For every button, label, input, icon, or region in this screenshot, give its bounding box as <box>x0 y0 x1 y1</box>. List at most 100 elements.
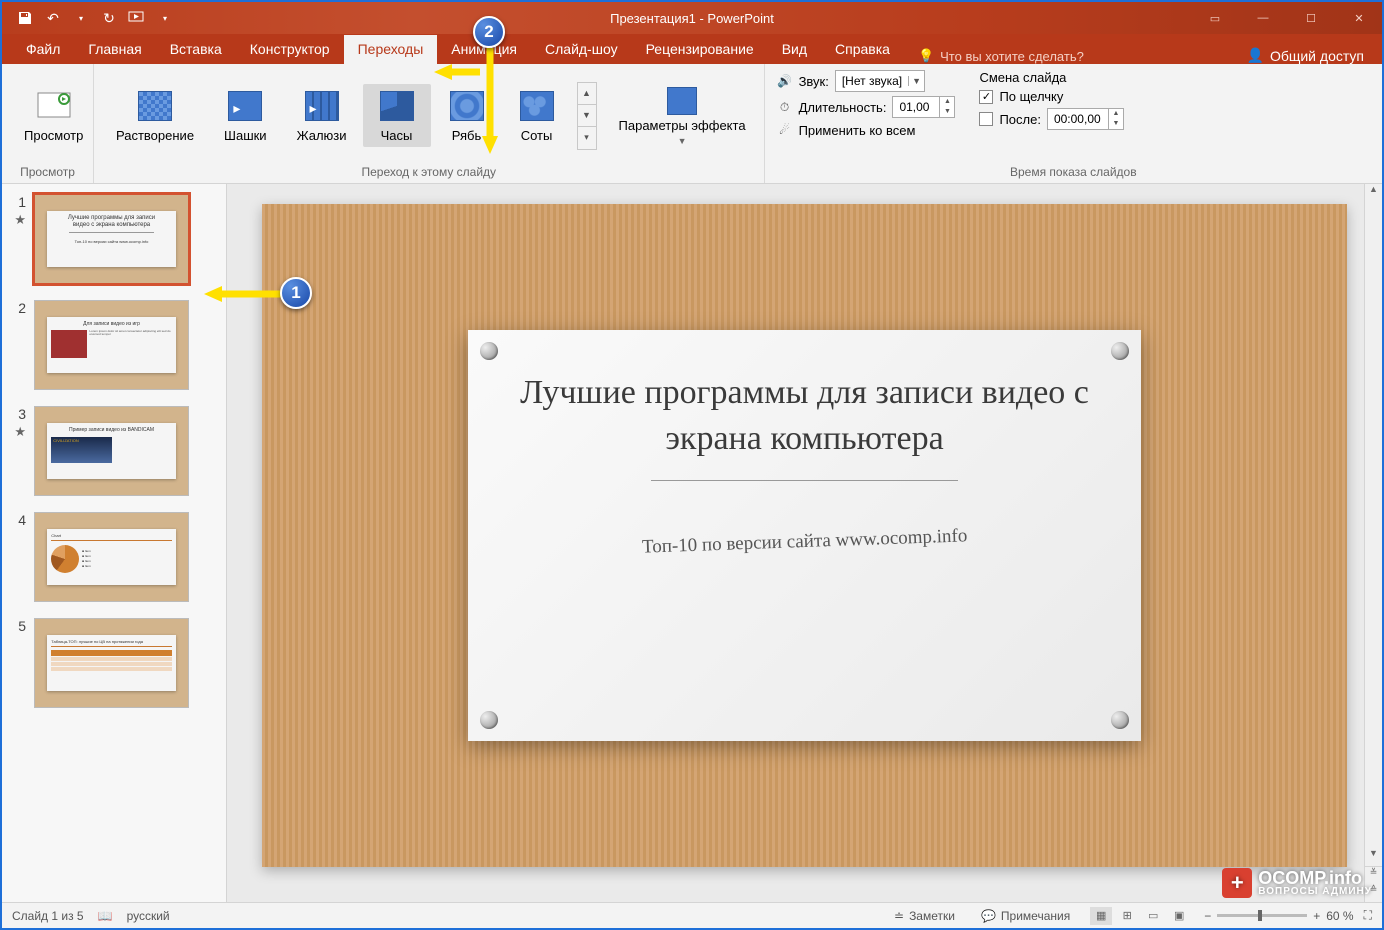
effect-options-button[interactable]: Параметры эффекта ▼ <box>609 79 756 151</box>
tab-insert[interactable]: Вставка <box>156 35 236 64</box>
ribbon-options-icon[interactable]: ▭ <box>1192 2 1238 34</box>
slide-canvas[interactable]: Лучшие программы для записи видео с экра… <box>262 204 1347 867</box>
notes-icon: ≐ <box>894 909 904 923</box>
watermark-brand: OCOMP.info <box>1258 869 1372 887</box>
redo-icon[interactable]: ↻ <box>98 7 120 29</box>
undo-icon[interactable]: ↶ <box>42 7 64 29</box>
transition-checker[interactable]: ▸ Шашки <box>210 84 281 147</box>
gallery-up[interactable]: ▲ <box>578 83 596 105</box>
after-spinner[interactable]: 00:00,00 ▲▼ <box>1047 108 1124 130</box>
spin-up[interactable]: ▲ <box>940 97 954 107</box>
titlebar: ↶ ▾ ↻ ▾ Презентация1 - PowerPoint ▭ — ☐ … <box>2 2 1382 34</box>
group-label-timing: Время показа слайдов <box>777 163 1370 181</box>
duration-spinner[interactable]: 01,00 ▲▼ <box>892 96 955 118</box>
slide-subtitle-text[interactable]: Топ-10 по версии сайта www.ocomp.info <box>642 525 968 558</box>
on-click-checkbox[interactable]: ✓ <box>979 90 993 104</box>
slide-thumbnail-5[interactable]: Таблица-ТОП: лучшие по ЦВ на протяжении … <box>34 618 189 708</box>
zoom-in-button[interactable]: + <box>1313 909 1320 923</box>
person-icon: 👤 <box>1247 47 1264 64</box>
tab-slideshow[interactable]: Слайд-шоу <box>531 35 632 64</box>
apply-all-button[interactable]: ☄ Применить ко всем <box>777 122 956 138</box>
tab-file[interactable]: Файл <box>12 35 74 64</box>
fit-window-button[interactable]: ⛶ <box>1364 908 1372 923</box>
effect-options-label: Параметры эффекта <box>619 119 746 133</box>
ribbon-tabs: Файл Главная Вставка Конструктор Переход… <box>2 34 1382 64</box>
screw-decor-icon <box>480 342 498 360</box>
zoom-slider[interactable] <box>1217 914 1307 917</box>
share-button[interactable]: 👤 Общий доступ <box>1229 47 1383 64</box>
slide-thumbnail-3[interactable]: Пример записи видео из BANDICAMCIVILIZAT… <box>34 406 189 496</box>
vertical-scrollbar[interactable]: ▲ ▼ ≚ ≙ <box>1364 184 1382 902</box>
slide-counter[interactable]: Слайд 1 из 5 <box>12 909 84 923</box>
gallery-down[interactable]: ▼ <box>578 105 596 127</box>
undo-dropdown-icon[interactable]: ▾ <box>70 7 92 29</box>
transition-clock[interactable]: Часы <box>363 84 431 147</box>
clock-icon <box>377 88 417 124</box>
transition-blinds[interactable]: ▸ Жалюзи <box>283 84 361 147</box>
tell-me-search[interactable]: 💡 Что вы хотите сделать? <box>904 48 1098 64</box>
slide-thumbnail-4[interactable]: Chart■ Item■ Item■ Item■ Item <box>34 512 189 602</box>
comments-button[interactable]: 💬 Примечания <box>975 909 1076 923</box>
reading-view-button[interactable]: ▭ <box>1142 907 1164 925</box>
watermark: + OCOMP.info ВОПРОСЫ АДМИНУ <box>1222 868 1372 898</box>
sorter-view-button[interactable]: ⊞ <box>1116 907 1138 925</box>
screw-decor-icon <box>1111 711 1129 729</box>
thumb-number: 1 <box>10 194 26 210</box>
zoom-out-button[interactable]: − <box>1204 909 1211 923</box>
close-button[interactable]: ✕ <box>1336 2 1382 34</box>
thumb-number: 4 <box>10 512 26 528</box>
watermark-plus-icon: + <box>1222 868 1252 898</box>
preview-button[interactable]: Просмотр <box>10 84 97 147</box>
maximize-button[interactable]: ☐ <box>1288 2 1334 34</box>
honeycomb-icon <box>517 88 557 124</box>
slide-editor: Лучшие программы для записи видео с экра… <box>227 184 1382 902</box>
normal-view-button[interactable]: ▦ <box>1090 907 1112 925</box>
transition-honeycomb[interactable]: Соты <box>503 84 571 147</box>
sound-combo[interactable]: [Нет звука] ▼ <box>835 70 925 92</box>
spin-down[interactable]: ▼ <box>940 107 954 117</box>
start-slideshow-icon[interactable] <box>126 7 148 29</box>
tab-transitions[interactable]: Переходы <box>344 35 438 64</box>
sound-icon: 🔊 <box>777 73 793 89</box>
save-icon[interactable] <box>14 7 36 29</box>
tab-review[interactable]: Рецензирование <box>632 35 768 64</box>
comments-label: Примечания <box>1001 909 1070 923</box>
blinds-icon: ▸ <box>302 88 342 124</box>
slide-divider <box>651 480 957 481</box>
minimize-button[interactable]: — <box>1240 2 1286 34</box>
share-label: Общий доступ <box>1270 48 1364 64</box>
qat-dropdown-icon[interactable]: ▾ <box>154 7 176 29</box>
scroll-up[interactable]: ▲ <box>1365 184 1382 202</box>
thumb2-title: Для записи видео из игр <box>51 321 172 327</box>
spin-up[interactable]: ▲ <box>1109 109 1123 119</box>
annotation-arrow-2b <box>432 62 482 82</box>
after-checkbox[interactable] <box>979 112 993 126</box>
zoom-level[interactable]: 60 % <box>1326 909 1353 923</box>
notes-button[interactable]: ≐ Заметки <box>888 909 961 923</box>
slideshow-view-button[interactable]: ▣ <box>1168 907 1190 925</box>
thumb-number: 3 <box>10 406 26 422</box>
scroll-down[interactable]: ▼ <box>1365 848 1382 866</box>
tab-design[interactable]: Конструктор <box>236 35 344 64</box>
chevron-down-icon[interactable]: ▼ <box>908 76 924 86</box>
group-label-preview: Просмотр <box>10 163 85 181</box>
ripple-label: Рябь <box>452 128 482 143</box>
comments-icon: 💬 <box>981 909 996 923</box>
gallery-more[interactable]: ▾ <box>578 127 596 149</box>
zoom-control: − + 60 % ⛶ <box>1204 908 1372 923</box>
spellcheck-icon[interactable]: 📖 <box>98 909 113 923</box>
tab-view[interactable]: Вид <box>768 35 821 64</box>
lightbulb-icon: 💡 <box>918 48 934 64</box>
tell-me-label: Что вы хотите сделать? <box>940 49 1084 64</box>
tab-help[interactable]: Справка <box>821 35 904 64</box>
annotation-callout-1: 1 <box>280 277 312 309</box>
language-indicator[interactable]: русский <box>127 909 170 923</box>
notes-label: Заметки <box>909 909 955 923</box>
transition-dissolve[interactable]: Растворение <box>102 84 208 147</box>
slide-thumbnail-2[interactable]: Для записи видео из игрLorem ipsum dolor… <box>34 300 189 390</box>
slide-title-text[interactable]: Лучшие программы для записи видео с экра… <box>498 370 1111 462</box>
spin-down[interactable]: ▼ <box>1109 119 1123 129</box>
preview-icon <box>34 88 74 124</box>
tab-home[interactable]: Главная <box>74 35 155 64</box>
slide-thumbnail-1[interactable]: Лучшие программы для записивидео с экран… <box>34 194 189 284</box>
